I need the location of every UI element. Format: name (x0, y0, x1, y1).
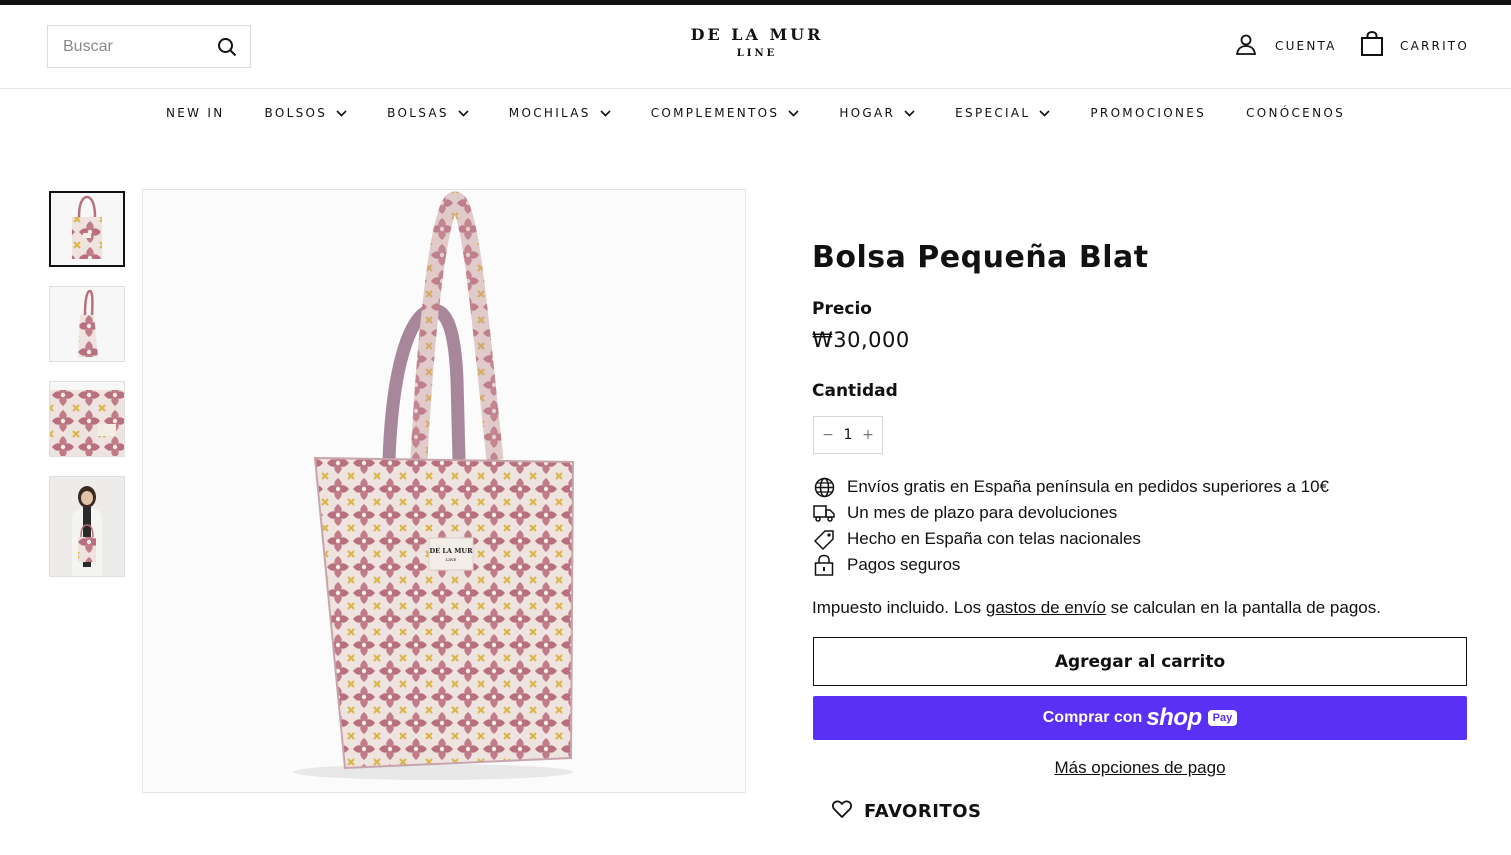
search-icon[interactable] (216, 36, 238, 58)
account-label: CUENTA (1275, 39, 1337, 53)
nav-item-bolsos[interactable]: BOLSOS (245, 103, 368, 123)
chevron-down-icon (458, 109, 469, 117)
nav-item-mochilas[interactable]: MOCHILAS (489, 103, 631, 123)
logo-line2: LINE (736, 48, 778, 59)
shop-pay-badge: Pay (1207, 710, 1238, 726)
nav-label: COMPLEMENTOS (650, 106, 780, 120)
feature-made-in-spain: Hecho en España con telas nacionales (813, 526, 1329, 552)
truck-icon (813, 502, 835, 524)
shipping-costs-link[interactable]: gastos de envío (986, 598, 1106, 617)
chevron-down-icon (904, 109, 915, 117)
feature-text: Pagos seguros (847, 555, 961, 574)
header-divider (0, 88, 1511, 89)
tote-bag-image: DE LA MUR LINE (143, 190, 745, 792)
top-accent-bar (0, 0, 1511, 5)
nav-item-promociones[interactable]: PROMOCIONES (1070, 103, 1226, 123)
tax-note: Impuesto incluido. Los gastos de envío s… (812, 598, 1381, 618)
tax-prefix: Impuesto incluido. Los (812, 598, 986, 617)
nav-item-hogar[interactable]: HOGAR (819, 103, 935, 123)
nav-item-new-in[interactable]: NEW IN (146, 103, 245, 123)
add-to-cart-label: Agregar al carrito (1054, 651, 1226, 672)
cart-label: CARRITO (1400, 39, 1469, 53)
add-to-cart-button[interactable]: Agregar al carrito (813, 637, 1467, 686)
nav-label: ESPECIAL (955, 106, 1031, 120)
increase-quantity-button[interactable]: + (862, 427, 874, 443)
main-product-image[interactable]: DE LA MUR LINE (142, 189, 746, 793)
quantity-label: Cantidad (812, 381, 898, 401)
search-box[interactable] (47, 25, 251, 68)
account-link[interactable]: CUENTA (1234, 34, 1337, 58)
bag-label-text-top: DE LA MUR (430, 547, 474, 555)
nav-label: NEW IN (165, 106, 225, 120)
price-label: Precio (812, 299, 872, 319)
more-payment-options: Más opciones de pago (813, 758, 1467, 778)
product-features-list: Envíos gratis en España península en ped… (813, 474, 1329, 578)
feature-text: Un mes de plazo para devoluciones (847, 503, 1118, 522)
shop-pay-logo: shop (1146, 704, 1202, 731)
product-price: ₩30,000 (812, 328, 910, 352)
nav-item-conocenos[interactable]: CONÓCENOS (1226, 103, 1365, 123)
shop-pay-prefix: Comprar con (1042, 709, 1143, 726)
thumbnail-image (51, 193, 123, 265)
thumbnail-tote-front[interactable] (49, 191, 125, 267)
feature-text: Envíos gratis en España península en ped… (847, 477, 1329, 496)
thumbnail-fabric-closeup[interactable] (49, 381, 125, 457)
more-payment-options-link[interactable]: Más opciones de pago (1054, 758, 1225, 777)
tag-icon (813, 528, 835, 550)
cart-link[interactable]: CARRITO (1360, 30, 1469, 61)
chevron-down-icon (1039, 109, 1050, 117)
user-icon (1234, 32, 1258, 60)
thumbnail-image (50, 287, 124, 361)
search-input[interactable] (63, 37, 216, 56)
favorites-label: FAVORITOS (864, 800, 982, 822)
thumbnail-image (50, 382, 124, 456)
quantity-input[interactable] (837, 427, 859, 443)
nav-label: PROMOCIONES (1090, 106, 1207, 120)
feature-secure-payments: Pagos seguros (813, 552, 1329, 578)
nav-label: MOCHILAS (508, 106, 591, 120)
thumbnail-tote-side[interactable] (49, 286, 125, 362)
store-logo[interactable]: DE LA MUR LINE (657, 25, 857, 61)
product-title: Bolsa Pequeña Blat (812, 240, 1149, 275)
nav-label: HOGAR (839, 106, 896, 120)
nav-item-complementos[interactable]: COMPLEMENTOS (631, 103, 820, 123)
feature-text: Hecho en España con telas nacionales (847, 529, 1141, 548)
main-nav: NEW IN BOLSOS BOLSAS MOCHILAS COMPLEMENT… (0, 103, 1511, 123)
nav-label: BOLSOS (264, 106, 328, 120)
shop-pay-button[interactable]: Comprar con shop Pay (813, 696, 1467, 740)
chevron-down-icon (788, 109, 799, 117)
bag-label-text-bottom: LINE (446, 557, 457, 562)
decrease-quantity-button[interactable]: − (822, 427, 834, 443)
lock-icon (813, 554, 835, 576)
shopping-bag-icon (1360, 30, 1384, 61)
nav-item-bolsas[interactable]: BOLSAS (367, 103, 489, 123)
heart-icon (832, 800, 852, 822)
tax-suffix: se calculan en la pantalla de pagos. (1105, 598, 1381, 617)
nav-label: BOLSAS (387, 106, 449, 120)
nav-label: CONÓCENOS (1246, 106, 1346, 120)
chevron-down-icon (600, 109, 611, 117)
globe-icon (813, 476, 835, 498)
chevron-down-icon (336, 109, 347, 117)
nav-item-especial[interactable]: ESPECIAL (935, 103, 1070, 123)
quantity-stepper: − + (813, 416, 883, 454)
feature-returns: Un mes de plazo para devoluciones (813, 500, 1329, 526)
thumbnail-model-holding-tote[interactable] (49, 476, 125, 577)
feature-free-shipping: Envíos gratis en España península en ped… (813, 474, 1329, 500)
logo-line1: DE LA MUR (690, 25, 824, 44)
thumbnail-image (50, 477, 124, 576)
favorites-button[interactable]: FAVORITOS (832, 800, 981, 822)
